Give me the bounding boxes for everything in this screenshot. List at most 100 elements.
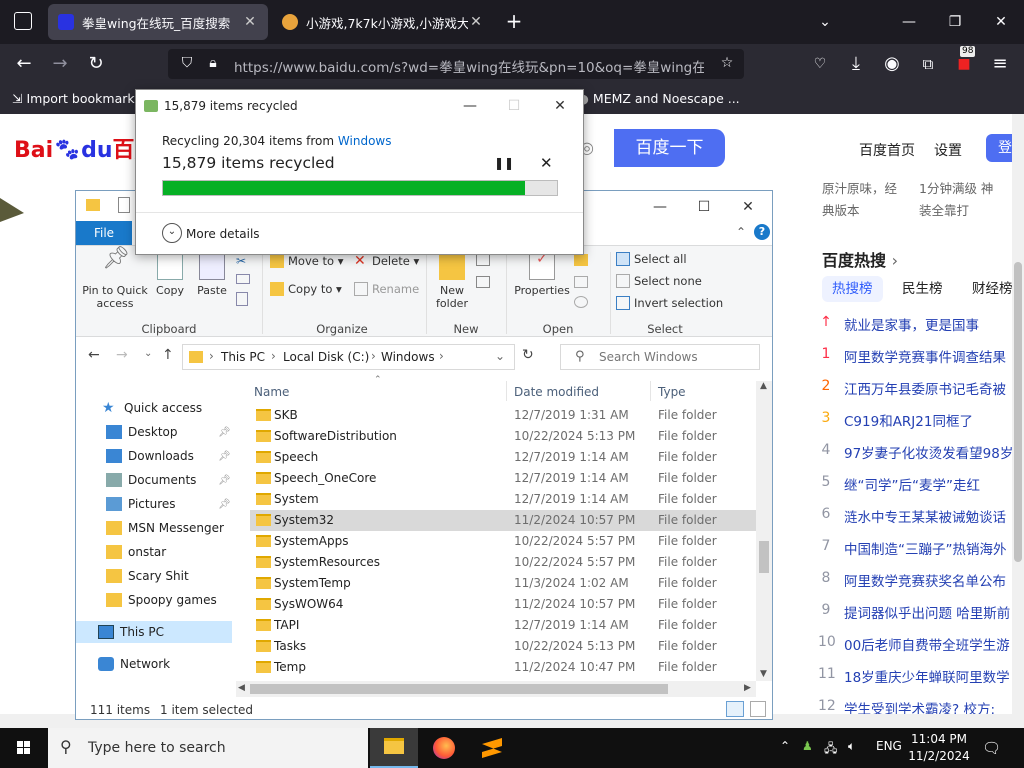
account-icon[interactable]: ◉ — [878, 50, 906, 78]
notifications-icon[interactable]: 🗨︎ — [982, 739, 1001, 757]
chevron-right-icon[interactable]: › — [209, 349, 214, 363]
file-row[interactable]: SystemResources 10/22/2024 5:57 PM File fo… — [250, 552, 756, 573]
tab-file[interactable]: File — [76, 221, 132, 245]
copy-to-button[interactable]: Copy to ▾ — [270, 282, 342, 296]
new-folder-button[interactable]: New folder — [432, 252, 472, 310]
file-row[interactable]: SystemTemp 11/3/2024 1:02 AM File folder — [250, 573, 756, 594]
search-input[interactable]: ⚲ Search Windows — [560, 344, 760, 370]
select-all-button[interactable]: Select all — [616, 252, 687, 266]
bookmark-import[interactable]: ⇲ Import bookmarks... — [12, 91, 153, 106]
pin-icon[interactable]: 📌︎ — [218, 499, 231, 510]
list-all-tabs-icon[interactable] — [14, 12, 32, 30]
restore-icon[interactable]: ❐ — [940, 8, 970, 36]
minimize-icon[interactable]: — — [894, 8, 924, 36]
file-row[interactable]: Speech 12/7/2019 1:14 AM File folder — [250, 447, 756, 468]
close-icon[interactable]: ✕ — [728, 195, 768, 219]
file-row[interactable]: Tasks 10/22/2024 5:13 PM File folder — [250, 636, 756, 657]
people-icon[interactable]: ♟ — [802, 739, 813, 753]
open-icon[interactable] — [574, 254, 588, 266]
minimize-icon[interactable]: — — [450, 93, 490, 119]
scrollbar-thumb[interactable] — [1014, 262, 1022, 562]
hot-search-item[interactable]: 5 继“司学”后“麦学”走红 — [818, 474, 1024, 502]
nav-this-pc[interactable]: This PC — [76, 621, 232, 643]
file-row[interactable]: TAPI 12/7/2019 1:14 AM File folder — [250, 615, 756, 636]
nav-network[interactable]: Network — [98, 653, 254, 675]
nav-item[interactable]: MSN Messenger — [106, 517, 262, 539]
volume-icon[interactable]: 🔈︎ — [848, 739, 855, 754]
taskbar-sublime[interactable] — [468, 728, 516, 768]
hot-search-item[interactable]: 11 18岁重庆少年蝉联阿里数学 — [818, 666, 1024, 694]
nav-item[interactable]: onstar — [106, 541, 262, 563]
large-icons-view-icon[interactable] — [750, 701, 766, 717]
file-row[interactable]: Temp 11/2/2024 10:47 PM File folder — [250, 657, 756, 678]
refresh-icon[interactable]: ↻ — [522, 347, 534, 363]
extensions-icon[interactable]: ⧉ — [914, 50, 942, 78]
hamburger-menu-icon[interactable]: ≡ — [986, 50, 1014, 78]
pin-to-quick-access-button[interactable]: 📌︎ Pin to Quick access — [82, 248, 148, 311]
file-row[interactable]: SoftwareDistribution 10/22/2024 5:13 PM Fi… — [250, 426, 756, 447]
help-icon[interactable]: ? — [754, 224, 770, 240]
downloads-icon[interactable]: ⤓ — [842, 50, 870, 78]
file-list-scrollbar[interactable]: ▲ ▼ — [756, 381, 772, 681]
scroll-up-icon[interactable]: ▲ — [760, 381, 767, 391]
close-window-icon[interactable]: ✕ — [986, 8, 1016, 36]
edit-icon[interactable] — [574, 276, 588, 288]
forward-arrow-icon[interactable]: → — [46, 50, 74, 78]
nav-item[interactable]: Documents 📌︎ — [106, 469, 262, 491]
new-item-icon[interactable] — [476, 254, 490, 266]
taskbar-file-explorer[interactable] — [370, 728, 418, 768]
back-arrow-icon[interactable]: ← — [10, 50, 38, 78]
move-to-button[interactable]: Move to ▾ — [270, 254, 343, 268]
more-details-button[interactable]: More details — [186, 227, 260, 241]
extension-shield-icon[interactable]: ■ 98 — [950, 46, 978, 78]
history-icon[interactable] — [574, 296, 588, 308]
tab-baidu-search[interactable]: 拳皇wing在线玩_百度搜索 ✕ — [48, 4, 268, 40]
lock-icon[interactable]: 🔒︎ — [204, 55, 222, 73]
language-indicator[interactable]: ENG — [876, 739, 902, 753]
column-divider[interactable] — [650, 381, 651, 401]
chevron-down-icon[interactable]: ⌄ — [495, 349, 505, 363]
chevron-down-circle-icon[interactable]: ⌄ — [162, 223, 182, 243]
file-row[interactable]: System 12/7/2019 1:14 AM File folder — [250, 489, 756, 510]
invert-selection-button[interactable]: Invert selection — [616, 296, 723, 310]
nav-item[interactable]: Downloads 📌︎ — [106, 445, 262, 467]
hot-search-item[interactable]: 3 C919和ARJ21同框了 — [818, 410, 1024, 438]
source-folder-link[interactable]: Windows — [338, 134, 392, 148]
page-scrollbar[interactable] — [1012, 114, 1024, 728]
tab-livelihood[interactable]: 民生榜 — [892, 276, 953, 302]
scrollbar-thumb[interactable] — [250, 684, 668, 694]
url-text[interactable]: https://www.baidu.com/s?wd=拳皇wing在线玩&pn=… — [234, 56, 704, 76]
hot-search-title[interactable]: 百度热搜 › — [822, 247, 898, 271]
file-row[interactable]: SysWOW64 11/2/2024 10:57 PM File folder — [250, 594, 756, 615]
file-list-horizontal-scrollbar[interactable]: ◀ ▶ — [236, 681, 756, 697]
pin-icon[interactable]: 📌︎ — [218, 475, 231, 486]
nav-item[interactable]: Desktop 📌︎ — [106, 421, 262, 443]
up-arrow-icon[interactable]: ↑ — [162, 347, 174, 363]
reload-icon[interactable]: ↻ — [82, 50, 110, 78]
file-row[interactable]: System32 11/2/2024 10:57 PM File folder — [250, 510, 756, 531]
nav-item[interactable]: Scary Shit — [106, 565, 262, 587]
nav-item[interactable]: Spoopy games — [106, 589, 262, 611]
column-divider[interactable] — [506, 381, 507, 401]
chevron-right-icon[interactable]: › — [271, 349, 276, 363]
chevron-up-icon[interactable]: ⌃ — [736, 225, 746, 239]
scrollbar-thumb[interactable] — [759, 541, 769, 573]
taskbar-firefox[interactable] — [420, 728, 468, 768]
network-tray-icon[interactable]: 🖧︎ — [824, 739, 837, 760]
back-arrow-icon[interactable]: ← — [88, 347, 100, 363]
hot-search-item[interactable]: 8 阿里数学竞赛获奖名单公布 — [818, 570, 1024, 598]
bookmark-star-icon[interactable]: ☆ — [718, 55, 736, 73]
paste-button[interactable]: Paste — [192, 252, 232, 297]
hot-search-item[interactable]: 2 江西万年县委原书记毛奇被 — [818, 378, 1024, 406]
column-header-type[interactable]: Type — [658, 385, 686, 407]
details-view-icon[interactable] — [726, 701, 744, 717]
file-row[interactable]: SKB 12/7/2019 1:31 AM File folder — [250, 405, 756, 426]
hot-search-item[interactable]: 9 提词器似乎出问题 哈里斯前 — [818, 602, 1024, 630]
baidu-search-button[interactable]: 百度一下 — [614, 129, 725, 167]
chevron-down-icon[interactable]: ⌄ — [810, 8, 840, 36]
breadcrumb-local-disk[interactable]: Local Disk (C:) — [283, 350, 369, 364]
hot-search-item[interactable]: 7 中国制造“三蹦子”热销海外 — [818, 538, 1024, 566]
chevron-right-icon[interactable]: › — [439, 349, 444, 363]
hot-search-item[interactable]: ↑ 就业是家事，更是国事 — [818, 314, 1024, 342]
properties-quick-icon[interactable] — [118, 197, 130, 213]
